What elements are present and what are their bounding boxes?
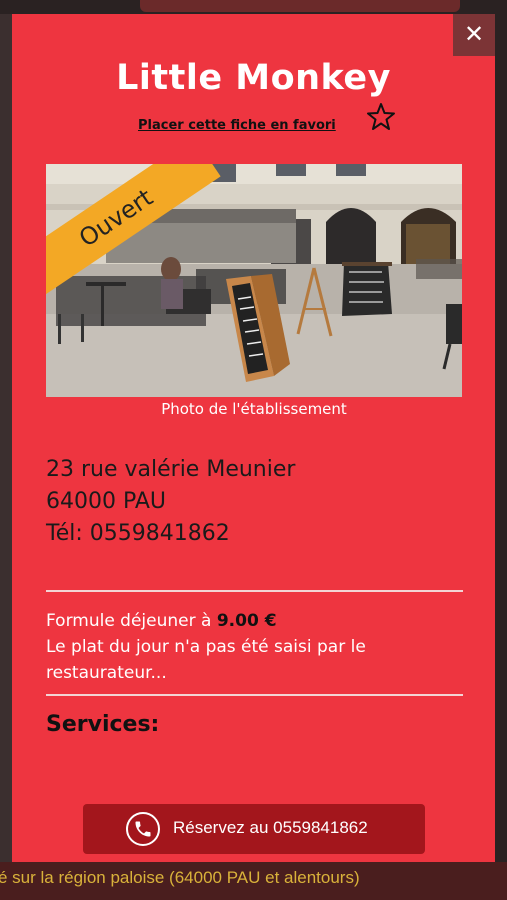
phone-icon-wrap	[113, 804, 173, 854]
favorite-link[interactable]: Placer cette fiche en favori	[138, 118, 336, 133]
restaurant-title: Little Monkey	[116, 58, 391, 98]
establishment-photo: Ouvert	[46, 164, 462, 397]
divider	[46, 590, 463, 592]
photo-caption: Photo de l'établissement	[161, 400, 347, 418]
address-block: 23 rue valérie Meunier 64000 PAU Tél: 05…	[46, 454, 295, 550]
reserve-button[interactable]: Réservez au 0559841862	[83, 804, 425, 854]
services-heading: Services:	[46, 712, 160, 737]
address-city: 64000 PAU	[46, 489, 166, 514]
reserve-label: Réservez au 0559841862	[173, 818, 368, 837]
divider	[46, 694, 463, 696]
dish-of-day-note: Le plat du jour n'a pas été saisi par le…	[46, 637, 366, 683]
close-button[interactable]: ✕	[453, 14, 495, 56]
background-edge	[495, 0, 507, 900]
address-street: 23 rue valérie Meunier	[46, 457, 296, 482]
background-ticker-text: é sur la région paloise (64000 PAU et al…	[0, 868, 360, 887]
star-outline-icon[interactable]	[366, 102, 396, 132]
background-header-strip	[140, 0, 460, 12]
lunch-formula: Formule déjeuner à 9.00 € Le plat du jou…	[46, 608, 466, 686]
phone-icon	[126, 812, 160, 846]
close-icon: ✕	[463, 20, 485, 48]
restaurant-modal: ✕ Little Monkey Placer cette fiche en fa…	[12, 14, 495, 862]
formula-price: 9.00 €	[216, 611, 277, 631]
formula-prefix: Formule déjeuner à	[46, 611, 217, 631]
address-phone[interactable]: Tél: 0559841862	[46, 518, 295, 550]
